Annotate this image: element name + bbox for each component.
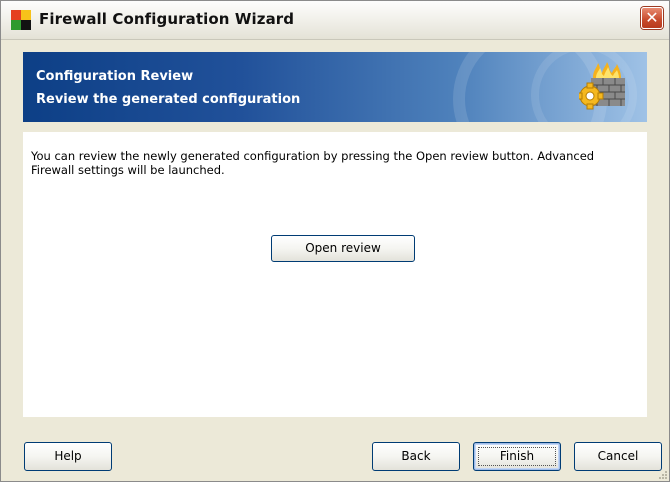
open-review-button[interactable]: Open review (271, 235, 415, 262)
firewall-gear-icon (579, 62, 625, 110)
page-subtitle: Review the generated configuration (36, 92, 301, 107)
content-panel: You can review the newly generated confi… (23, 132, 647, 417)
cancel-button[interactable]: Cancel (574, 442, 662, 471)
header-banner: Configuration Review Review the generate… (23, 52, 647, 122)
focus-ring (478, 447, 556, 466)
help-button[interactable]: Help (24, 442, 112, 471)
window-title: Firewall Configuration Wizard (39, 10, 295, 28)
finish-button[interactable]: Finish (473, 442, 561, 471)
close-icon: ✕ (645, 8, 659, 27)
back-button[interactable]: Back (372, 442, 460, 471)
wizard-window: Firewall Configuration Wizard ✕ Configur… (0, 0, 670, 482)
description-text: You can review the newly generated confi… (31, 149, 595, 177)
title-bar[interactable]: Firewall Configuration Wizard ✕ (1, 1, 669, 40)
resize-grip-icon[interactable] (656, 468, 668, 480)
app-logo-icon (11, 10, 31, 30)
close-button[interactable]: ✕ (641, 7, 663, 29)
page-title: Configuration Review (36, 69, 194, 84)
